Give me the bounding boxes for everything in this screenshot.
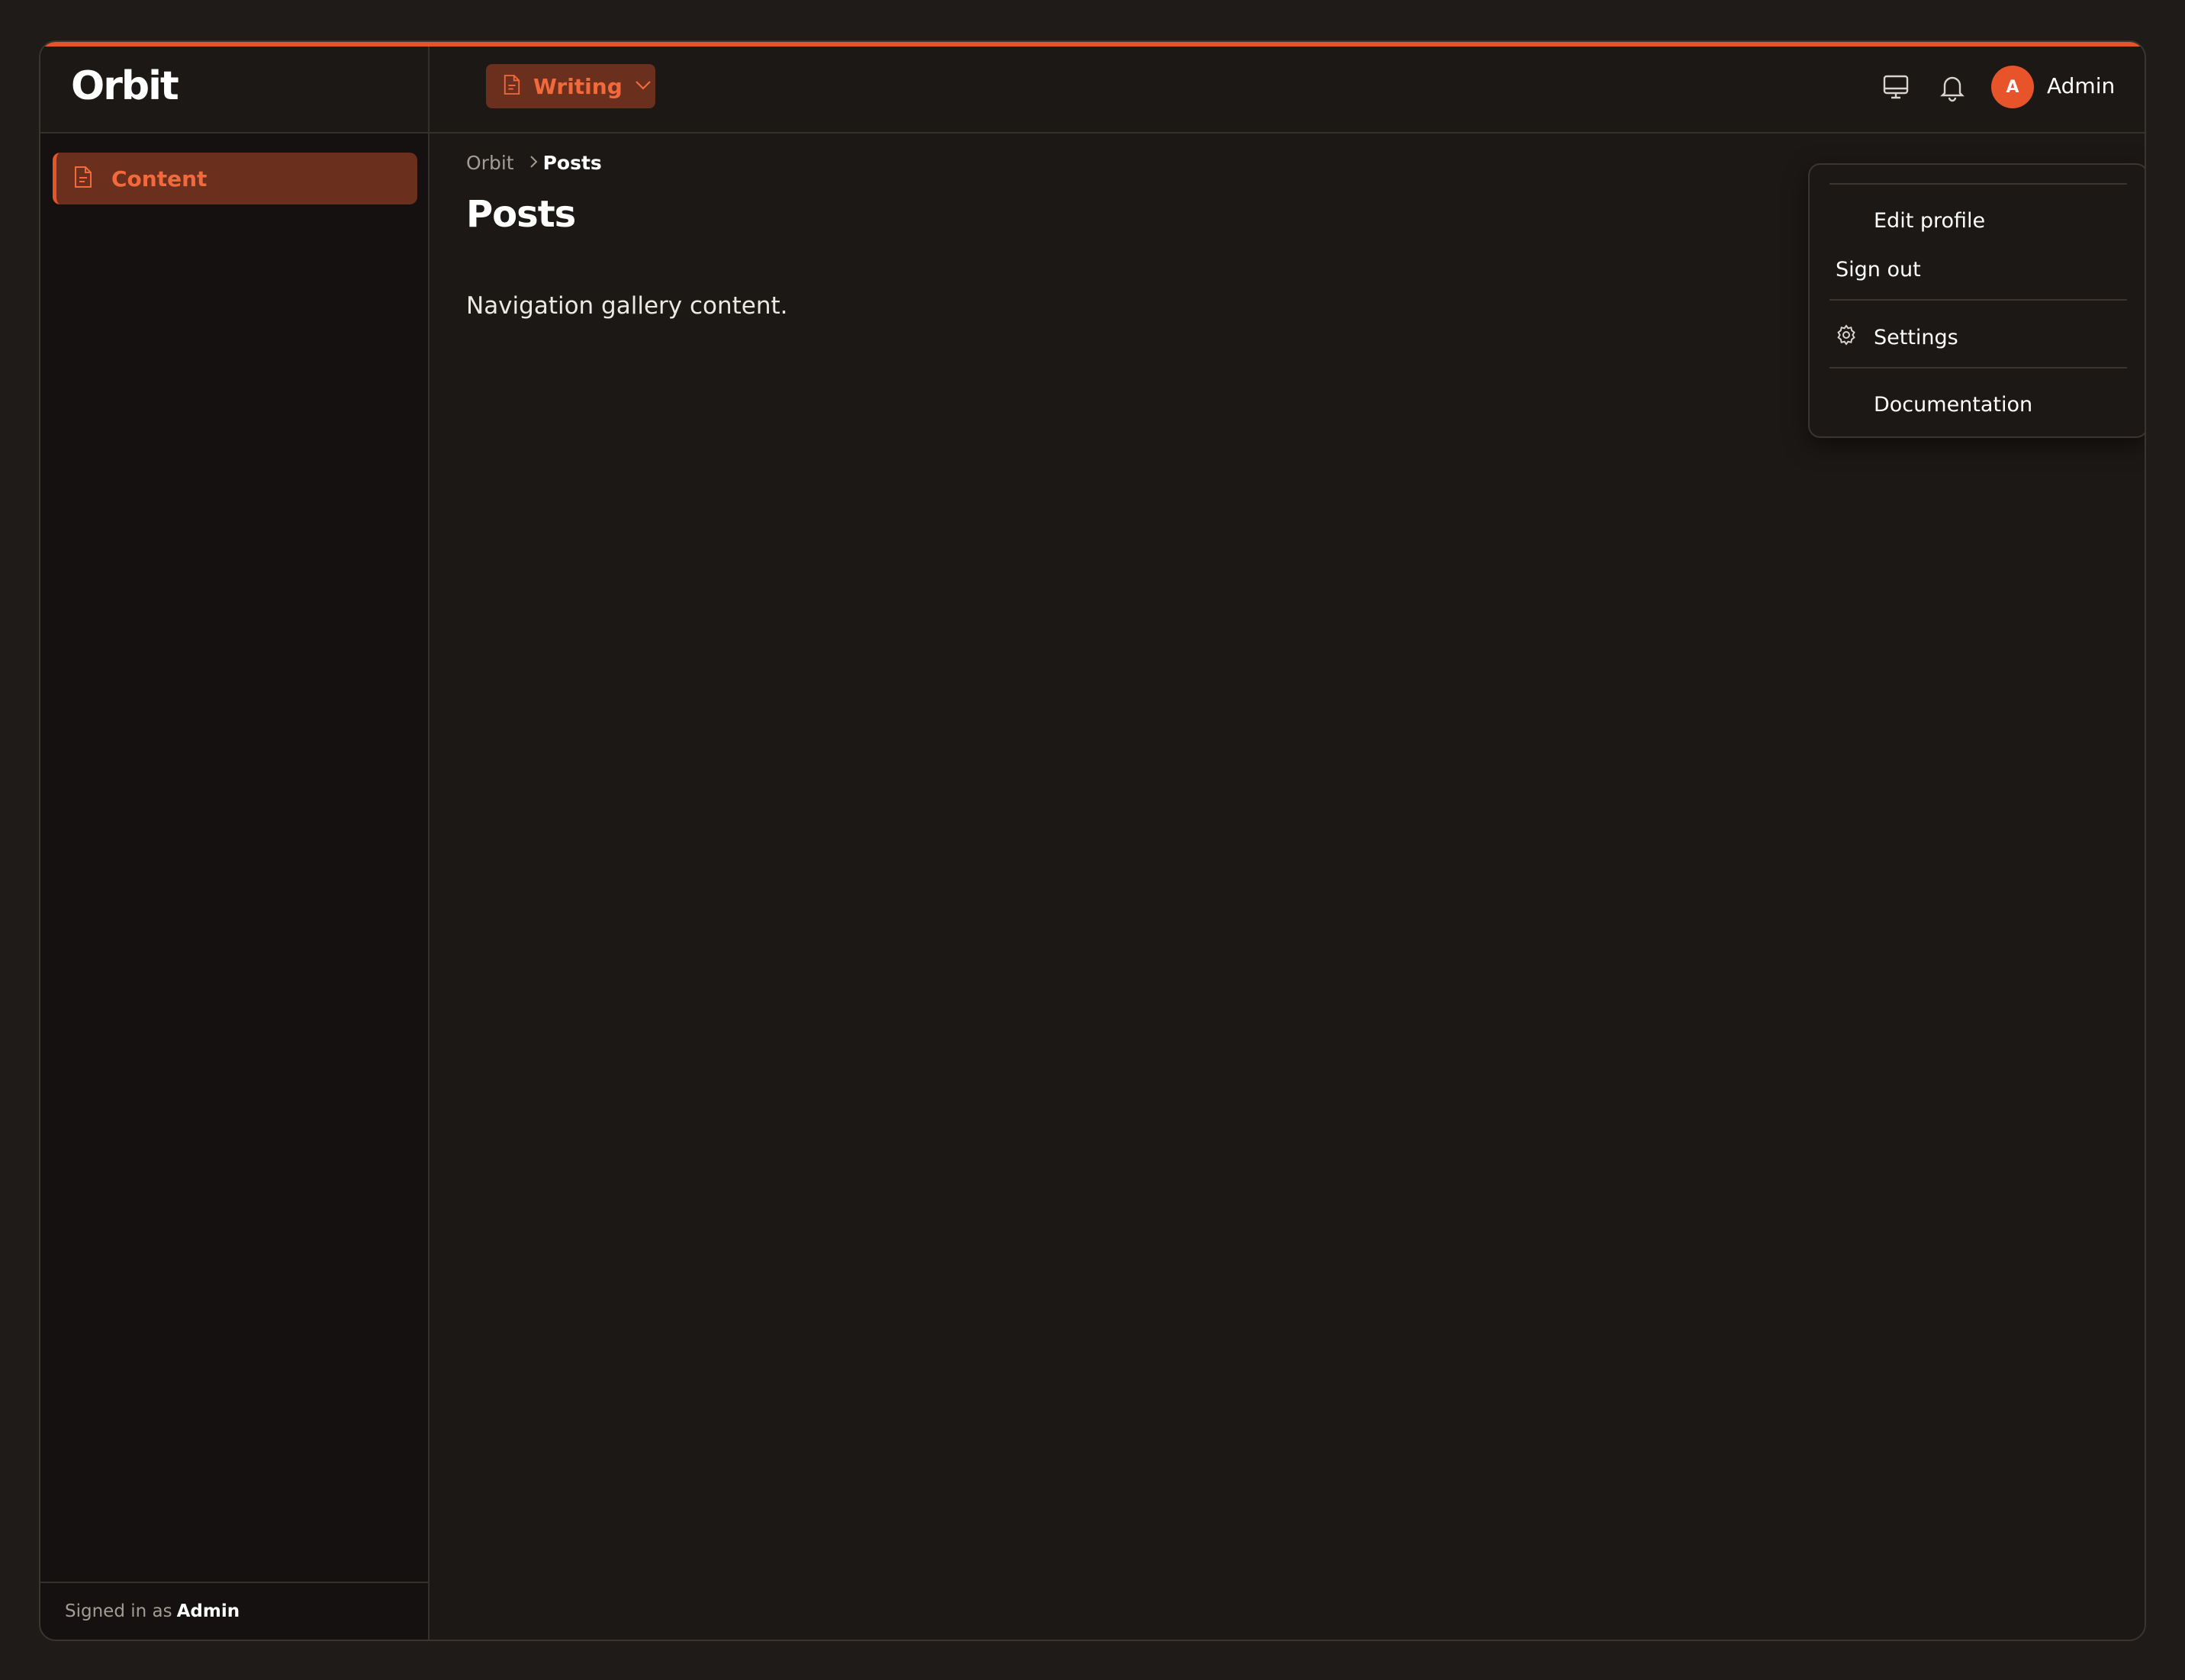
bell-icon[interactable] <box>1937 72 1968 102</box>
breadcrumb: Orbit Posts <box>466 152 602 174</box>
signed-in-prefix: Signed in as <box>65 1601 172 1621</box>
page-title: Posts <box>466 193 576 236</box>
signed-in-user: Admin <box>176 1601 240 1621</box>
brand-logo: Orbit <box>71 63 179 109</box>
page-body-text: Navigation gallery content. <box>466 292 788 320</box>
monitor-icon[interactable] <box>1881 72 1911 102</box>
gear-icon <box>1829 323 1874 351</box>
document-icon <box>503 74 521 98</box>
sidebar-item-content[interactable]: Content <box>53 153 417 204</box>
chevron-down-icon <box>623 79 652 94</box>
menu-item-edit-profile[interactable]: Edit profile <box>1829 199 2127 242</box>
workspace-switcher[interactable]: Writing <box>486 64 655 108</box>
brand[interactable]: Orbit <box>40 47 428 134</box>
menu-item-label: Sign out <box>1836 257 1921 282</box>
chevron-right-icon <box>514 152 543 174</box>
workspace-label: Writing <box>533 73 623 99</box>
sidebar: Orbit Content Signed in as Admin <box>40 47 430 1640</box>
breadcrumb-root[interactable]: Orbit <box>466 152 514 174</box>
menu-item-documentation[interactable]: Documentation <box>1829 383 2127 426</box>
avatar[interactable]: A <box>1991 66 2034 108</box>
sidebar-item-label: Content <box>111 166 208 191</box>
menu-divider <box>1829 299 2127 301</box>
breadcrumb-current: Posts <box>542 152 602 174</box>
menu-item-settings[interactable]: Settings <box>1829 316 2127 359</box>
user-menu-dropdown: Edit profile Sign out Settings Documenta… <box>1808 163 2145 438</box>
menu-item-label: Settings <box>1874 325 1958 349</box>
menu-divider <box>1829 183 2127 185</box>
menu-item-label: Documentation <box>1874 392 2033 417</box>
signed-in-status: Signed in as Admin <box>40 1582 428 1640</box>
document-icon <box>73 166 93 191</box>
menu-item-label: Edit profile <box>1874 208 1986 233</box>
menu-divider <box>1829 367 2127 369</box>
topbar: Writing A Admin <box>430 47 2145 134</box>
user-menu-name[interactable]: Admin <box>2047 73 2115 98</box>
app-window: Orbit Content Signed in as Admin Writing… <box>39 40 2146 1641</box>
menu-item-sign-out[interactable]: Sign out <box>1829 248 2127 291</box>
